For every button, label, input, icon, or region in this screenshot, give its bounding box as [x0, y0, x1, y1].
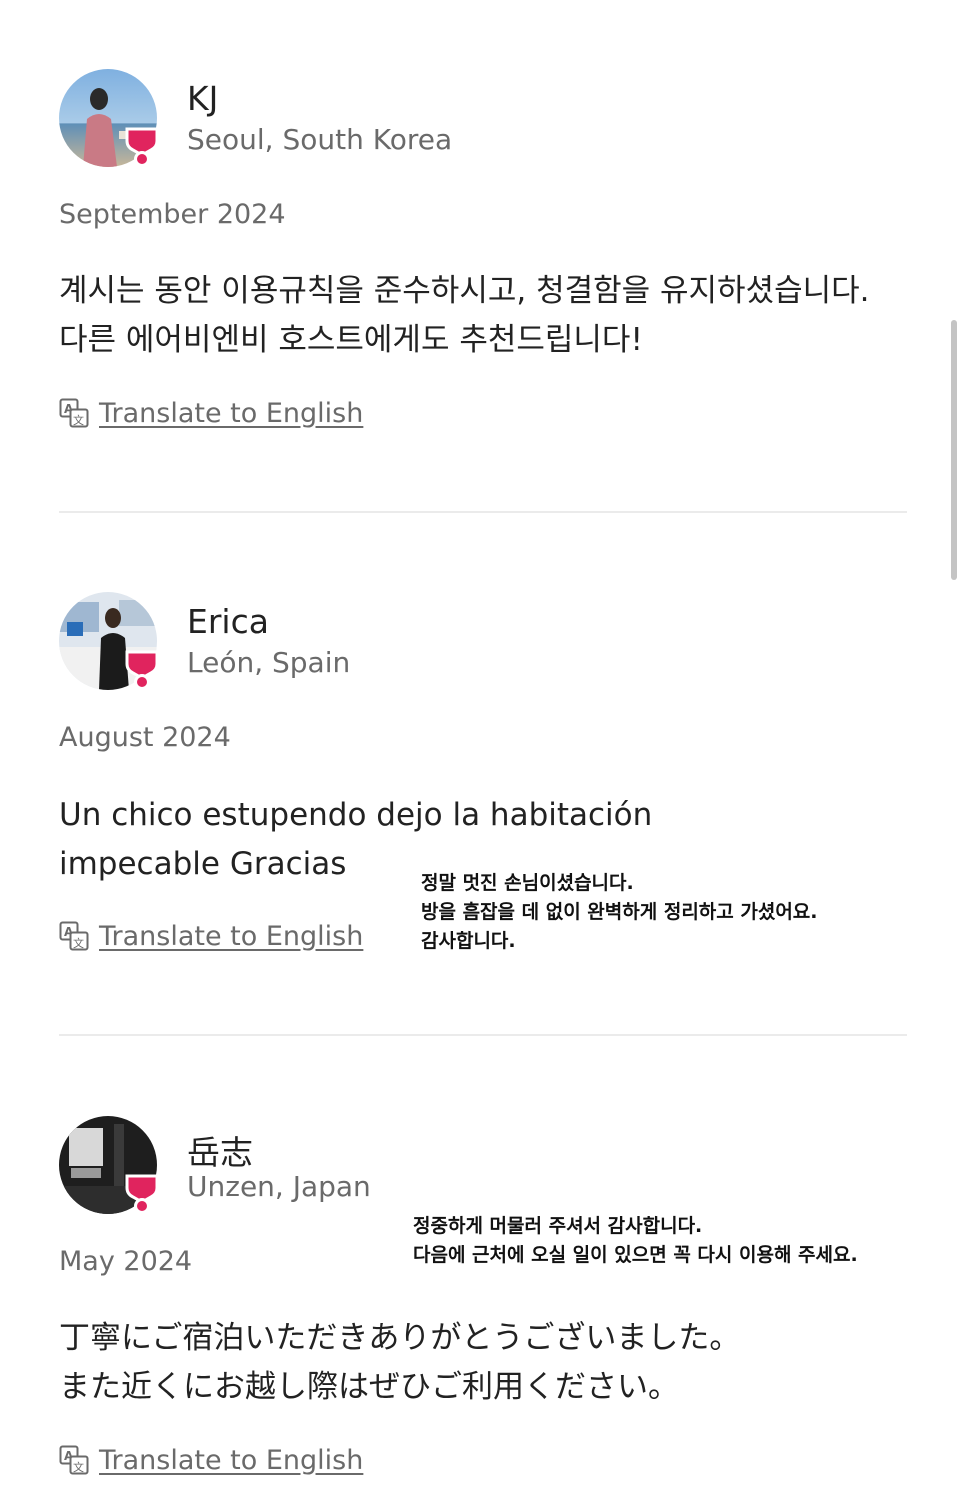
- review-card: 岳志 Unzen, Japan May 2024 丁寧にご宿泊いただきありがとう…: [59, 1116, 907, 1486]
- svg-text:文: 文: [73, 1460, 84, 1474]
- review-date: August 2024: [59, 722, 231, 753]
- reviewer-location: Seoul, South Korea: [187, 123, 453, 156]
- reviewer-location: Unzen, Japan: [187, 1170, 371, 1203]
- translate-link[interactable]: A 文 Translate to English: [59, 918, 363, 954]
- reviewer-name: Erica: [187, 602, 269, 641]
- translate-icon: A 文: [59, 398, 89, 428]
- reviewer-location: León, Spain: [187, 646, 351, 679]
- divider: [59, 1034, 907, 1036]
- translate-link[interactable]: A 文 Translate to English: [59, 1442, 363, 1478]
- translate-label[interactable]: Translate to English: [99, 921, 363, 952]
- reviewer-name: KJ: [187, 79, 219, 118]
- translation-note: 정말 멋진 손님이셨습니다. 방을 흠잡을 데 없이 완벽하게 정리하고 가셨어…: [421, 872, 818, 952]
- translate-icon: A 文: [59, 921, 89, 951]
- review-date: May 2024: [59, 1246, 193, 1277]
- translate-icon: A 文: [59, 1445, 89, 1475]
- translate-link[interactable]: A 文 Translate to English: [59, 395, 363, 431]
- translate-label[interactable]: Translate to English: [99, 398, 363, 429]
- superhost-badge-icon: [125, 127, 159, 167]
- review-text: 계시는 동안 이용규칙을 준수하시고, 청결함을 유지하셨습니다. 다른 에어비…: [59, 273, 870, 358]
- svg-text:文: 文: [73, 413, 84, 427]
- superhost-badge-icon: [125, 1174, 159, 1214]
- translate-label[interactable]: Translate to English: [99, 1445, 363, 1476]
- divider: [59, 511, 907, 513]
- review-text: 丁寧にご宿泊いただきありがとうございました。 また近くにお越し際はぜひご利用くだ…: [59, 1320, 741, 1405]
- review-card: KJ Seoul, South Korea September 2024 계시는…: [59, 69, 907, 439]
- scrollbar[interactable]: [951, 320, 957, 580]
- reviewer-name: 岳志: [187, 1133, 253, 1172]
- review-date: September 2024: [59, 199, 286, 230]
- svg-text:文: 文: [73, 936, 84, 950]
- superhost-badge-icon: [125, 650, 159, 690]
- translation-note: 정중하게 머물러 주셔서 감사합니다. 다음에 근처에 오실 일이 있으면 꼭 …: [413, 1215, 858, 1266]
